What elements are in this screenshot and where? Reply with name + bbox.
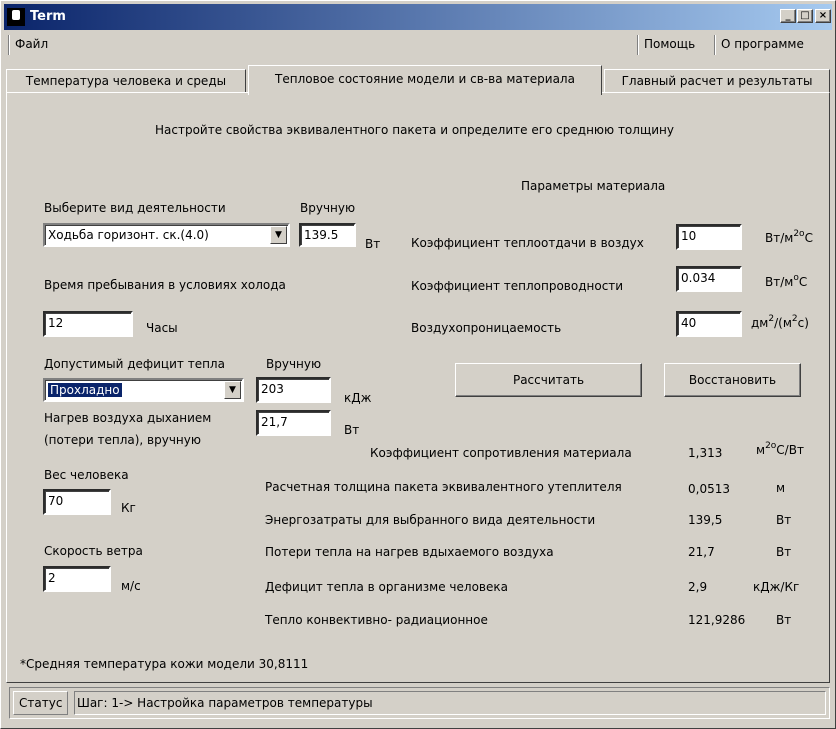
result-value: 139,5	[688, 513, 723, 527]
menu-about[interactable]: О программе	[714, 35, 804, 55]
activity-label: Выберите вид деятельности	[44, 201, 226, 215]
header-text: Настройте свойства эквивалентного пакета…	[155, 123, 674, 137]
result-value: 2,9	[688, 580, 708, 594]
heat-deficit-unit: кДж	[344, 391, 372, 405]
weight-input[interactable]: 70	[43, 489, 111, 515]
heat-transfer-label: Коэффициент теплоотдачи в воздух	[411, 236, 644, 250]
maximize-button[interactable]: □	[797, 9, 813, 23]
menu-bar: Файл Помощь О программе	[4, 32, 832, 58]
heat-transfer-unit: Вт/м2оС	[765, 229, 813, 245]
app-icon	[7, 8, 25, 26]
heat-deficit-manual-label: Вручную	[266, 357, 322, 371]
conductivity-input[interactable]: 0.034	[676, 266, 742, 292]
result-unit: Вт	[776, 545, 792, 559]
restore-button[interactable]: Восстановить	[664, 363, 801, 397]
cold-time-input[interactable]: 12	[43, 311, 133, 337]
status-bar: Статус Шаг: 1-> Настройка параметров тем…	[9, 687, 830, 719]
material-title: Параметры материала	[521, 179, 666, 193]
status-label: Статус	[13, 691, 69, 715]
close-button[interactable]: ×	[815, 9, 831, 23]
heat-deficit-select-value: Прохладно	[48, 383, 122, 397]
breath-label-2: (потери тепла), вручную	[44, 433, 201, 447]
activity-unit: Вт	[365, 237, 381, 251]
heat-deficit-select[interactable]: Прохладно ▼	[43, 378, 244, 402]
breath-input[interactable]: 21,7	[256, 410, 331, 436]
window-title: Term	[30, 9, 66, 24]
result-unit: м2оС/Вт	[756, 441, 804, 457]
result-value: 121,9286	[688, 613, 746, 627]
breath-label: Нагрев воздуха дыханием	[44, 411, 212, 425]
chevron-down-icon[interactable]: ▼	[224, 381, 241, 399]
result-label: Энергозатраты для выбранного вида деятел…	[265, 513, 596, 527]
activity-select[interactable]: Ходьба горизонт. ск.(4.0) ▼	[43, 223, 290, 247]
tab-main-calc[interactable]: Главный расчет и результаты	[604, 69, 830, 93]
result-value: 21,7	[688, 545, 715, 559]
heat-transfer-input[interactable]: 10	[676, 224, 742, 250]
title-bar[interactable]: Term _ □ ×	[4, 4, 832, 30]
result-label: Расчетная толщина пакета эквивалентного …	[265, 480, 622, 494]
activity-manual-input[interactable]: 139.5	[299, 223, 356, 247]
chevron-down-icon[interactable]: ▼	[270, 226, 287, 244]
result-label: Коэффициент сопротивления материала	[370, 446, 632, 460]
calculate-button[interactable]: Рассчитать	[455, 363, 642, 397]
conductivity-label: Коэффициент теплопроводности	[411, 279, 624, 293]
activity-select-value: Ходьба горизонт. ск.(4.0)	[48, 228, 209, 242]
activity-manual-label: Вручную	[300, 201, 356, 215]
wind-input[interactable]: 2	[43, 566, 111, 592]
tab-thermal-state[interactable]: Тепловое состояние модели и св-ва матери…	[248, 65, 602, 95]
result-label: Дефицит тепла в организме человека	[265, 580, 508, 594]
skin-temperature: *Средняя температура кожи модели 30,8111	[20, 657, 309, 671]
permeability-unit: дм2/(м2с)	[751, 314, 809, 330]
cold-time-unit: Часы	[146, 321, 178, 335]
wind-label: Скорость ветра	[44, 544, 143, 558]
result-value: 1,313	[688, 446, 723, 460]
weight-unit: Кг	[121, 501, 136, 515]
result-unit: м	[776, 481, 786, 495]
result-value: 0,0513	[688, 482, 730, 496]
heat-deficit-label: Допустимый дефицит тепла	[44, 357, 225, 371]
cold-time-label: Время пребывания в условиях холода	[44, 278, 286, 292]
minimize-button[interactable]: _	[780, 9, 796, 23]
result-label: Потери тепла на нагрев вдыхаемого воздух…	[265, 545, 554, 559]
permeability-label: Воздухопроницаемость	[411, 321, 562, 335]
weight-label: Вес человека	[44, 468, 129, 482]
result-label: Тепло конвективно- радиационное	[265, 613, 488, 627]
status-message: Шаг: 1-> Настройка параметров температур…	[74, 691, 826, 715]
heat-deficit-input[interactable]: 203	[256, 377, 331, 403]
menu-help[interactable]: Помощь	[637, 35, 695, 55]
app-window: Term _ □ × Файл Помощь О программе Темпе…	[0, 0, 836, 729]
result-unit: Вт	[776, 613, 792, 627]
conductivity-unit: Вт/моС	[765, 273, 808, 289]
wind-unit: м/с	[121, 579, 141, 593]
result-unit: кДж/Кг	[753, 580, 800, 594]
breath-unit: Вт	[344, 423, 360, 437]
result-unit: Вт	[776, 513, 792, 527]
tab-temperature[interactable]: Температура человека и среды	[6, 69, 246, 93]
menu-file[interactable]: Файл	[8, 35, 48, 55]
tab-strip: Температура человека и среды Тепловое со…	[4, 63, 834, 95]
permeability-input[interactable]: 40	[676, 311, 742, 337]
